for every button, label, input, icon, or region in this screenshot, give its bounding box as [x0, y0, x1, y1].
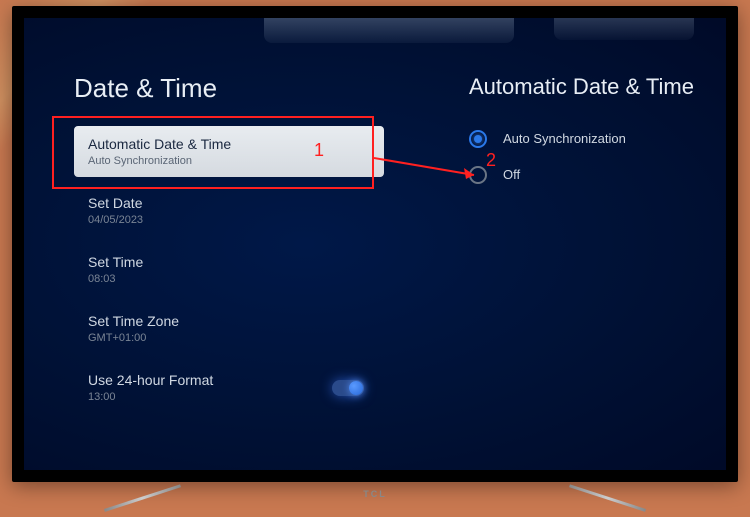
tv-stand [570, 489, 650, 511]
panel-title: Automatic Date & Time [469, 73, 709, 102]
radio-icon [469, 130, 487, 148]
menu-item-set-date[interactable]: Set Date 04/05/2023 [74, 185, 384, 236]
item-value: Auto Synchronization [88, 155, 370, 167]
radio-option-auto-sync[interactable]: Auto Synchronization [469, 130, 709, 148]
toggle-24hour[interactable] [332, 380, 364, 396]
item-label: Set Time [88, 254, 370, 270]
menu-item-set-time[interactable]: Set Time 08:03 [74, 244, 384, 295]
settings-right-panel: Automatic Date & Time Auto Synchronizati… [469, 73, 709, 202]
item-label: Set Date [88, 195, 370, 211]
radio-icon [469, 166, 487, 184]
toggle-knob [349, 381, 363, 395]
menu-item-set-timezone[interactable]: Set Time Zone GMT+01:00 [74, 303, 384, 354]
tv-brand-logo: TCL [363, 489, 387, 499]
settings-left-panel: Date & Time Automatic Date & Time Auto S… [74, 73, 384, 421]
item-value: 13:00 [88, 391, 213, 403]
screen-reflection [264, 18, 514, 43]
tv-screen: Date & Time Automatic Date & Time Auto S… [24, 18, 726, 470]
page-title: Date & Time [74, 73, 384, 104]
menu-item-24hour-format[interactable]: Use 24-hour Format 13:00 [74, 362, 384, 413]
item-value: 08:03 [88, 273, 370, 285]
menu-item-auto-date-time[interactable]: Automatic Date & Time Auto Synchronizati… [74, 126, 384, 177]
item-label: Set Time Zone [88, 313, 370, 329]
radio-option-off[interactable]: Off [469, 166, 709, 184]
item-value: 04/05/2023 [88, 214, 370, 226]
item-value: GMT+01:00 [88, 332, 370, 344]
radio-label: Auto Synchronization [503, 131, 626, 146]
radio-label: Off [503, 167, 520, 182]
tv-stand [100, 489, 180, 511]
screen-reflection [554, 18, 694, 40]
annotation-number-1: 1 [314, 140, 324, 161]
annotation-number-2: 2 [486, 150, 496, 171]
item-label: Automatic Date & Time [88, 136, 370, 152]
tv-frame: Date & Time Automatic Date & Time Auto S… [12, 6, 738, 482]
item-label: Use 24-hour Format [88, 372, 213, 388]
